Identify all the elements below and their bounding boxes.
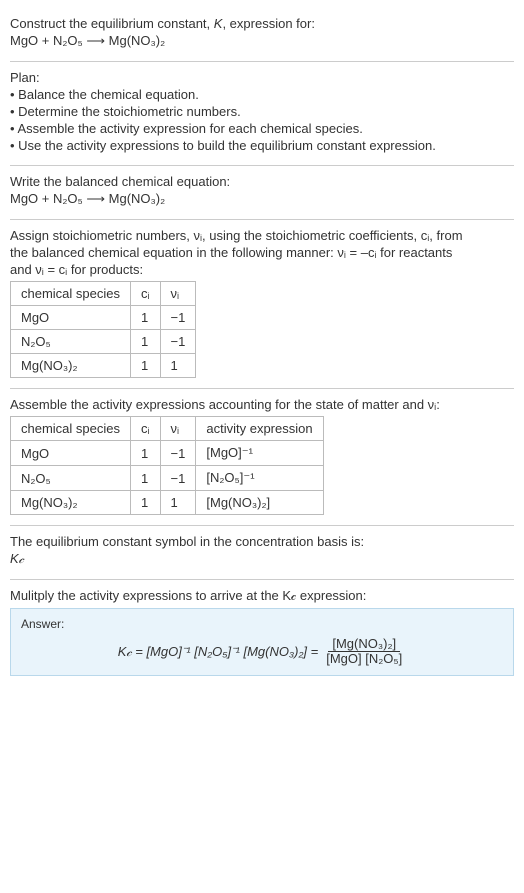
cell-ci: 1 xyxy=(131,466,161,491)
cell-vi: −1 xyxy=(160,466,196,491)
stoich-section: Assign stoichiometric numbers, νᵢ, using… xyxy=(10,220,514,389)
cell-expr: [Mg(NO₃)₂] xyxy=(196,491,323,515)
plan-item-0: • Balance the chemical equation. xyxy=(10,87,514,102)
multiply-section: Mulitply the activity expressions to arr… xyxy=(10,580,514,686)
multiply-intro: Mulitply the activity expressions to arr… xyxy=(10,588,514,604)
stoich-table: chemical species cᵢ νᵢ MgO 1 −1 N₂O₅ 1 −… xyxy=(10,281,196,378)
cell-vi: −1 xyxy=(160,306,196,330)
table-header-row: chemical species cᵢ νᵢ activity expressi… xyxy=(11,417,324,441)
stoich-intro-1: Assign stoichiometric numbers, νᵢ, using… xyxy=(10,228,514,243)
cell-vi: 1 xyxy=(160,491,196,515)
stoich-intro-3: and νᵢ = cᵢ for products: xyxy=(10,262,514,277)
table-row: MgO 1 −1 xyxy=(11,306,196,330)
table-row: Mg(NO₃)₂ 1 1 xyxy=(11,354,196,378)
table-row: N₂O₅ 1 −1 xyxy=(11,330,196,354)
cell-vi: −1 xyxy=(160,441,196,466)
plan-section: Plan: • Balance the chemical equation. •… xyxy=(10,62,514,166)
fraction-numerator: [Mg(NO₃)₂] xyxy=(328,637,400,652)
answer-lhs: K𝒸 = [MgO]⁻¹ [N₂O₅]⁻¹ [Mg(NO₃)₂] = xyxy=(118,644,319,660)
cell-species: N₂O₅ xyxy=(11,330,131,354)
col-vi: νᵢ xyxy=(160,417,196,441)
cell-ci: 1 xyxy=(131,306,161,330)
stoich-intro-2: the balanced chemical equation in the fo… xyxy=(10,245,514,260)
prompt-section: Construct the equilibrium constant, K, e… xyxy=(10,8,514,62)
cell-ci: 1 xyxy=(131,441,161,466)
col-ci: cᵢ xyxy=(131,282,161,306)
plan-item-3: • Use the activity expressions to build … xyxy=(10,138,514,153)
activity-intro: Assemble the activity expressions accoun… xyxy=(10,397,514,412)
col-expr: activity expression xyxy=(196,417,323,441)
prompt-text: Construct the equilibrium constant, K, e… xyxy=(10,16,514,31)
cell-species: N₂O₅ xyxy=(11,466,131,491)
cell-species: MgO xyxy=(11,441,131,466)
cell-species: Mg(NO₃)₂ xyxy=(11,354,131,378)
answer-box: Answer: K𝒸 = [MgO]⁻¹ [N₂O₅]⁻¹ [Mg(NO₃)₂]… xyxy=(10,608,514,676)
table-row: MgO 1 −1 [MgO]⁻¹ xyxy=(11,441,324,466)
plan-item-2: • Assemble the activity expression for e… xyxy=(10,121,514,136)
table-row: Mg(NO₃)₂ 1 1 [Mg(NO₃)₂] xyxy=(11,491,324,515)
symbol-value: K𝒸 xyxy=(10,551,514,567)
prompt-equation: MgO + N₂O₅ ⟶ Mg(NO₃)₂ xyxy=(10,33,514,49)
fraction-denominator: [MgO] [N₂O₅] xyxy=(322,652,406,666)
table-row: N₂O₅ 1 −1 [N₂O₅]⁻¹ xyxy=(11,466,324,491)
activity-table: chemical species cᵢ νᵢ activity expressi… xyxy=(10,416,324,515)
cell-species: Mg(NO₃)₂ xyxy=(11,491,131,515)
balanced-heading: Write the balanced chemical equation: xyxy=(10,174,514,189)
balanced-equation: MgO + N₂O₅ ⟶ Mg(NO₃)₂ xyxy=(10,191,514,207)
col-ci: cᵢ xyxy=(131,417,161,441)
symbol-section: The equilibrium constant symbol in the c… xyxy=(10,526,514,580)
activity-section: Assemble the activity expressions accoun… xyxy=(10,389,514,526)
answer-fraction: [Mg(NO₃)₂] [MgO] [N₂O₅] xyxy=(322,637,406,667)
cell-ci: 1 xyxy=(131,354,161,378)
balanced-section: Write the balanced chemical equation: Mg… xyxy=(10,166,514,220)
col-species: chemical species xyxy=(11,417,131,441)
cell-vi: 1 xyxy=(160,354,196,378)
cell-vi: −1 xyxy=(160,330,196,354)
cell-expr: [N₂O₅]⁻¹ xyxy=(196,466,323,491)
answer-label: Answer: xyxy=(21,617,503,631)
col-vi: νᵢ xyxy=(160,282,196,306)
cell-ci: 1 xyxy=(131,330,161,354)
cell-species: MgO xyxy=(11,306,131,330)
symbol-intro: The equilibrium constant symbol in the c… xyxy=(10,534,514,549)
answer-expression: K𝒸 = [MgO]⁻¹ [N₂O₅]⁻¹ [Mg(NO₃)₂] = [Mg(N… xyxy=(21,637,503,667)
col-species: chemical species xyxy=(11,282,131,306)
plan-item-1: • Determine the stoichiometric numbers. xyxy=(10,104,514,119)
cell-expr: [MgO]⁻¹ xyxy=(196,441,323,466)
plan-heading: Plan: xyxy=(10,70,514,85)
cell-ci: 1 xyxy=(131,491,161,515)
table-header-row: chemical species cᵢ νᵢ xyxy=(11,282,196,306)
